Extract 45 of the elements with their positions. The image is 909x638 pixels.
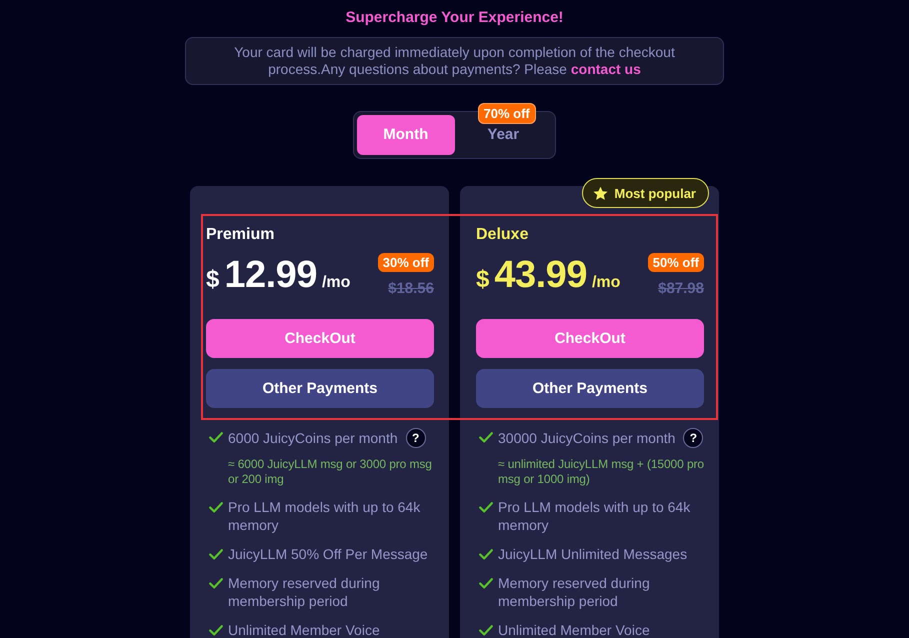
currency-symbol: $ [476, 266, 490, 294]
help-icon[interactable]: ? [406, 428, 426, 448]
check-icon [479, 578, 493, 589]
discount-badge: 70% off [478, 103, 536, 124]
check-icon [209, 625, 223, 636]
check-icon [209, 549, 223, 560]
check-icon [479, 432, 493, 443]
price-period: /mo [322, 274, 350, 292]
star-icon [593, 186, 608, 200]
feature-text: 6000 JuicyCoins per month [228, 429, 398, 447]
discount-badge: 30% off [378, 253, 434, 272]
discount-badge: 50% off [648, 253, 704, 272]
check-icon [209, 578, 223, 589]
check-icon [479, 502, 493, 513]
price-amount: 43.99 [494, 253, 587, 297]
billing-option[interactable]: Year [487, 126, 520, 144]
plan-name: Deluxe [476, 225, 530, 245]
other-payments-button[interactable]: Other Payments [476, 369, 704, 408]
original-price: $18.56 [388, 280, 434, 298]
feature-text: Unlimited Member Voice [228, 621, 380, 638]
check-icon [479, 625, 493, 636]
currency-symbol: $ [206, 266, 220, 294]
feature-text: 30000 JuicyCoins per month [498, 429, 676, 447]
popular-label: Most popular [614, 186, 696, 200]
plan-name: Premium [206, 225, 276, 245]
price-period: /mo [592, 274, 620, 292]
check-icon [209, 432, 223, 443]
feature-text: Unlimited Member Voice [498, 621, 650, 638]
feature-text: JuicyLLM Unlimited Messages [498, 545, 688, 563]
check-icon [209, 502, 223, 513]
notice-text: Your card will be charged immediately upon completion of the checkout process.Any questions about payments? Please contact us [233, 44, 676, 78]
feature-text: JuicyLLM 50% Off Per Message [228, 545, 428, 563]
help-icon[interactable]: ? [683, 428, 704, 448]
price-amount: 12.99 [224, 253, 317, 297]
feature-note: ≈ unlimited JuicyLLM msg + (15000 pro msg or 1000 img) [498, 457, 705, 487]
feature-note: ≈ 6000 JuicyLLM msg or 3000 pro msg or 200 img [228, 457, 433, 487]
check-icon [479, 549, 493, 560]
feature-text: Memory reserved during membership period [228, 574, 381, 610]
contact-link[interactable]: contact us [570, 61, 641, 77]
feature-text: Pro LLM models with up to 64k memory [498, 498, 692, 534]
original-price: $87.98 [658, 280, 704, 298]
feature-text: Memory reserved during membership period [498, 574, 651, 610]
other-payments-button[interactable]: Other Payments [206, 369, 434, 408]
page-title: Supercharge Your Experience! [346, 8, 564, 28]
feature-text: Pro LLM models with up to 64k memory [228, 498, 422, 534]
